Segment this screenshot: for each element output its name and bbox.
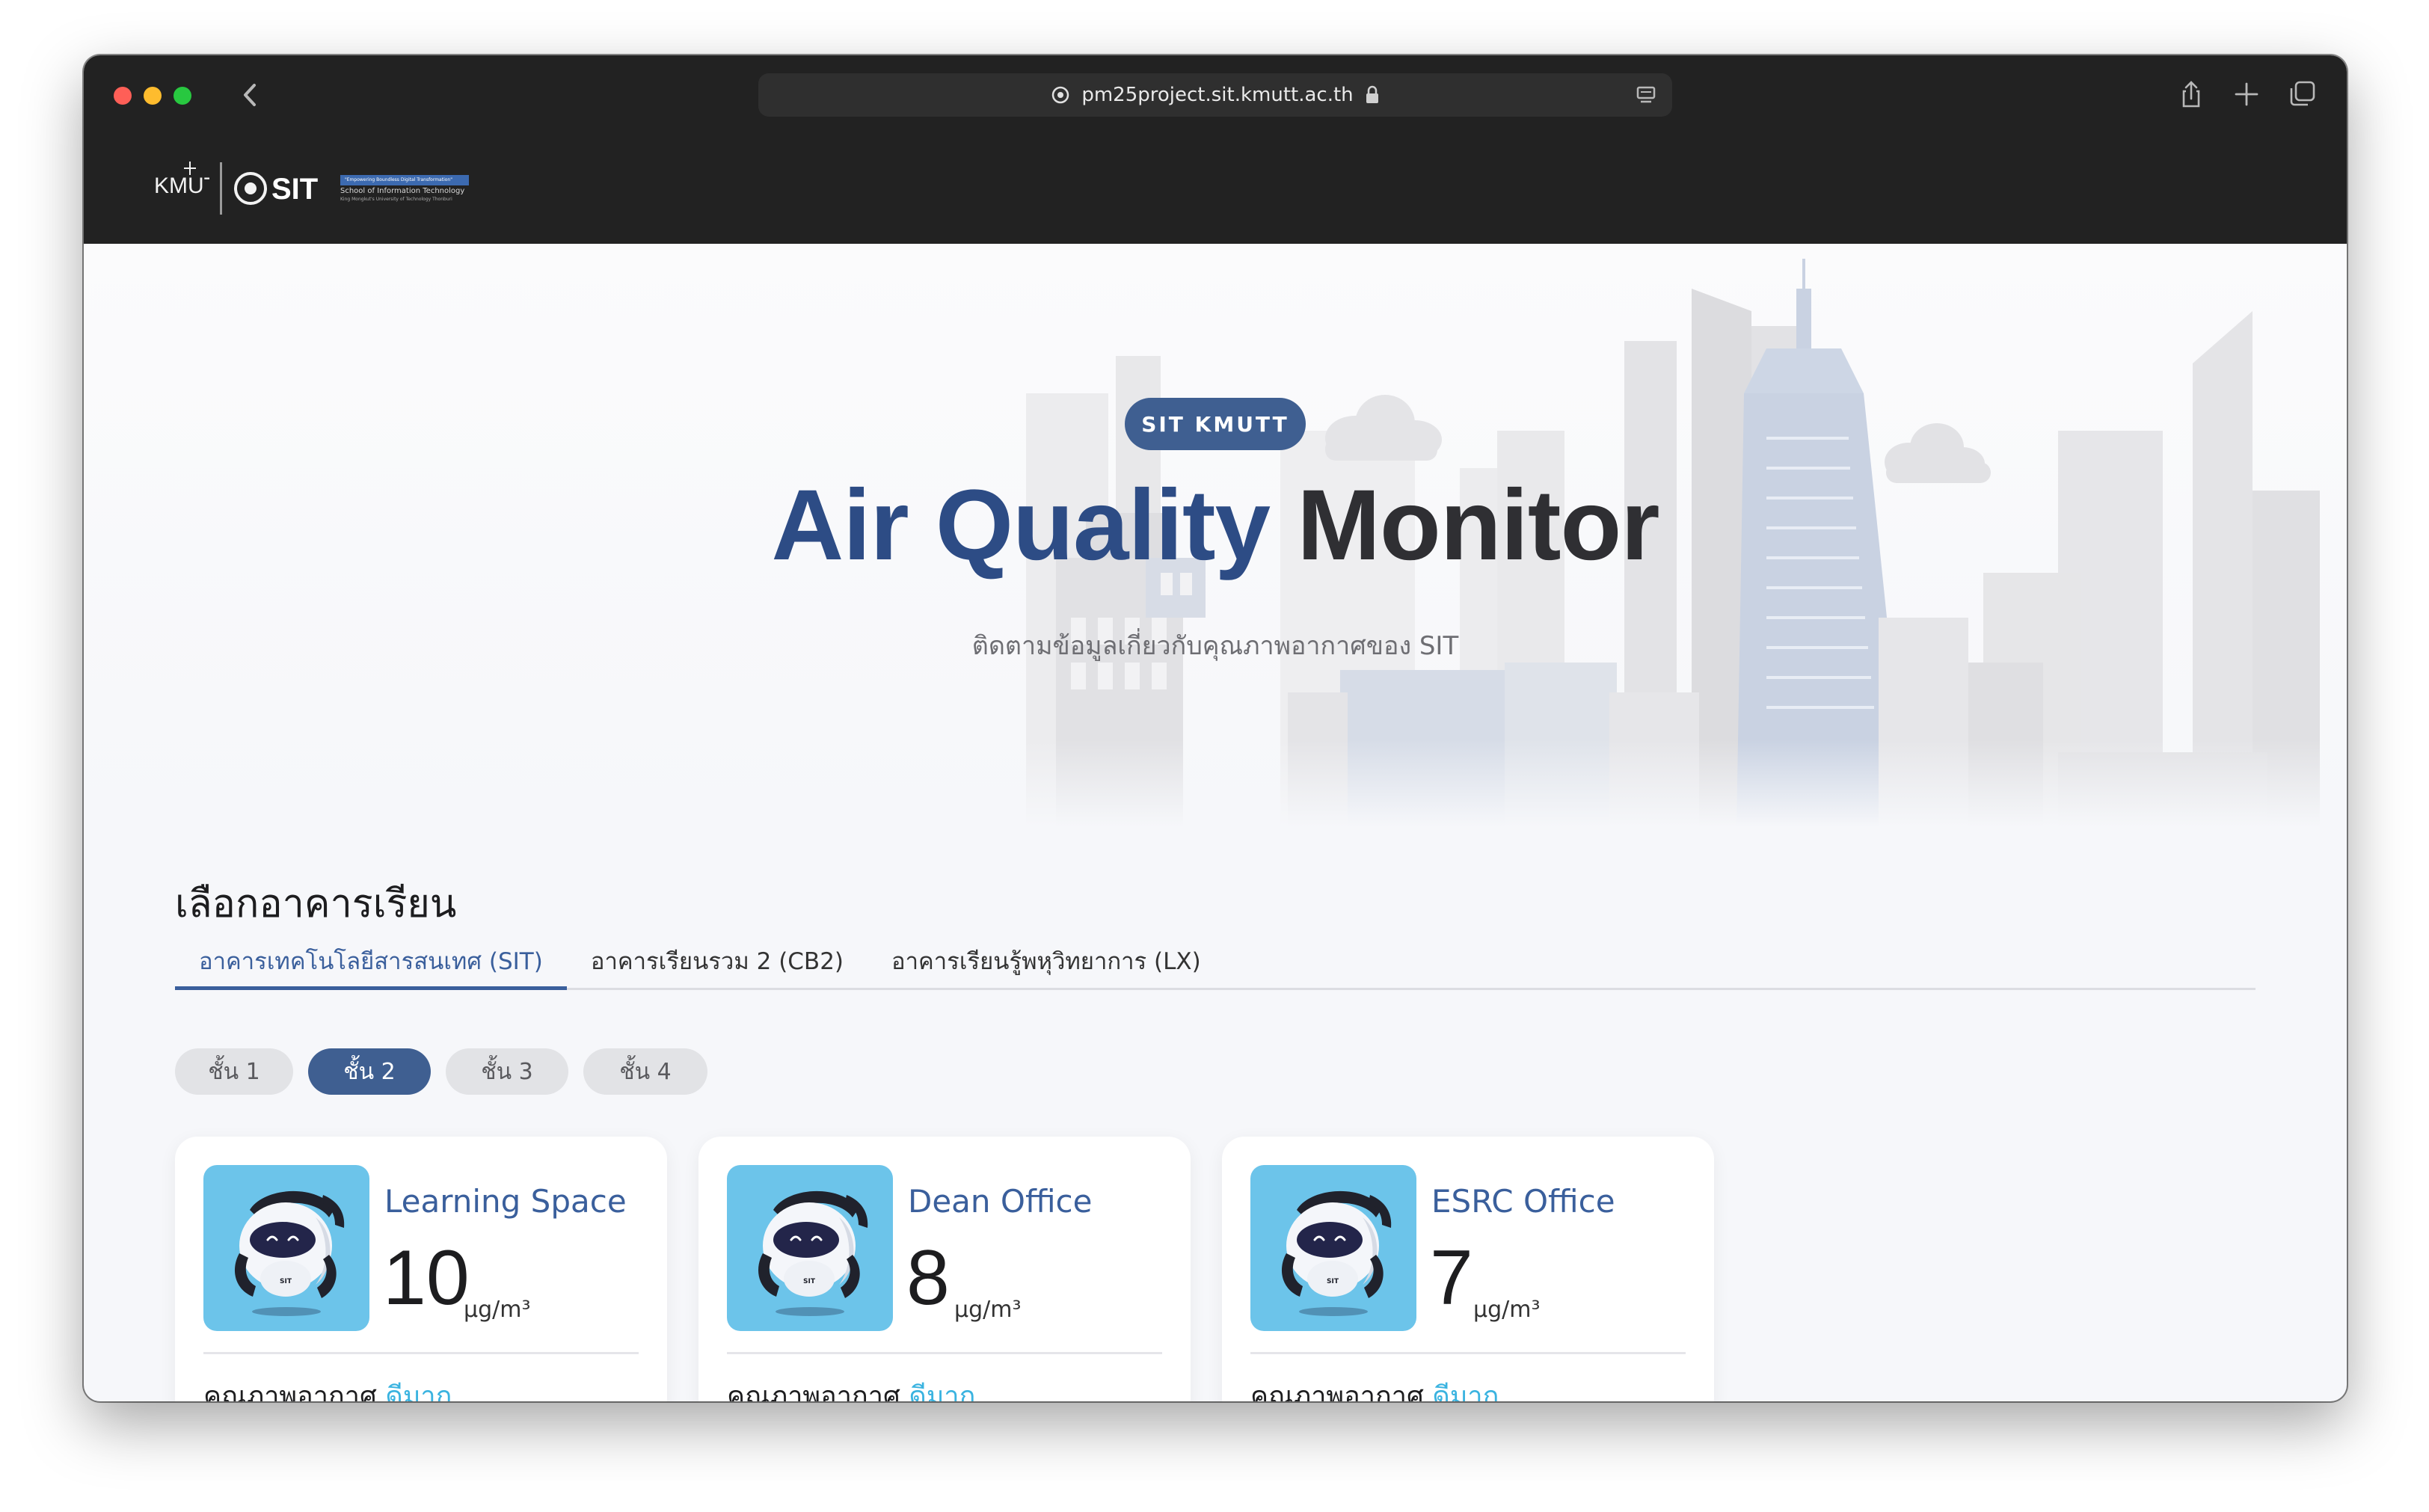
floor-button-2[interactable]: ชั้น 2 <box>308 1048 431 1095</box>
svg-text:KMUTT: KMUTT <box>154 173 209 198</box>
sit-university-name: King Mongkut's University of Technology … <box>340 197 452 202</box>
share-icon[interactable] <box>2175 78 2208 111</box>
close-window-button[interactable] <box>114 87 132 105</box>
svg-text:SIT: SIT <box>271 173 318 206</box>
air-quality-status: ดีมาก <box>909 1381 976 1401</box>
room-cards: SIT Learning Space 10 µg/m³ คุณภาพอากาศ … <box>175 1137 1714 1401</box>
tab-building-sit[interactable]: อาคารเทคโนโลยีสารสนเทศ (SIT) <box>175 942 567 990</box>
header-logos[interactable]: KMUTT SIT "Empowering Boundless Digital … <box>154 159 469 218</box>
section-title: เลือกอาคารเรียน <box>175 882 457 926</box>
hero-badge: SIT KMUTT <box>1125 398 1306 450</box>
air-quality-line: คุณภาพอากาศ ดีมาก <box>1250 1374 1499 1401</box>
sit-logo: SIT <box>234 172 318 206</box>
svg-text:SIT: SIT <box>280 1278 292 1285</box>
address-bar[interactable]: pm25project.sit.kmutt.ac.th <box>758 73 1672 117</box>
room-name: Learning Space <box>384 1183 627 1220</box>
reader-mode-icon[interactable] <box>1635 85 1657 106</box>
tab-overview-icon[interactable] <box>2285 78 2318 111</box>
building-tabs: อาคารเทคโนโลยีสารสนเทศ (SIT) อาคารเรียนร… <box>175 942 2256 990</box>
logo-divider <box>220 162 222 215</box>
svg-text:SIT: SIT <box>803 1278 816 1285</box>
card-divider <box>1250 1352 1686 1354</box>
room-card[interactable]: SIT Learning Space 10 µg/m³ คุณภาพอากาศ … <box>175 1137 667 1401</box>
air-quality-label: คุณภาพอากาศ <box>203 1381 377 1401</box>
room-card[interactable]: SIT Dean Office 8 µg/m³ คุณภาพอากาศ ดีมา… <box>698 1137 1191 1401</box>
mascot-image: SIT <box>203 1165 369 1331</box>
hero-section: SIT KMUTT Air Quality Monitor ติดตามข้อม… <box>84 244 2347 827</box>
page-title-rest: Monitor <box>1297 470 1659 581</box>
pm25-unit: µg/m³ <box>954 1297 1022 1323</box>
floor-button-3[interactable]: ชั้น 3 <box>446 1048 568 1095</box>
pm25-unit: µg/m³ <box>1473 1297 1541 1323</box>
browser-toolbar: pm25project.sit.kmutt.ac.th <box>84 55 2347 133</box>
room-card[interactable]: SIT ESRC Office 7 µg/m³ คุณภาพอากาศ ดีมา… <box>1222 1137 1714 1401</box>
lock-icon <box>1366 85 1378 103</box>
svg-text:SIT: SIT <box>1327 1278 1339 1285</box>
pm25-value: 7 <box>1430 1235 1473 1321</box>
air-quality-line: คุณภาพอากาศ ดีมาก <box>727 1374 975 1401</box>
floor-selector: ชั้น 1 ชั้น 2 ชั้น 3 ชั้น 4 <box>175 1048 707 1095</box>
air-quality-status: ดีมาก <box>385 1381 452 1401</box>
room-name: ESRC Office <box>1431 1183 1615 1220</box>
room-name: Dean Office <box>908 1183 1093 1220</box>
tab-building-lx[interactable]: อาคารเรียนรู้พหุวิทยาการ (LX) <box>868 942 1225 990</box>
page-subtitle: ติดตามข้อมูลเกี่ยวกับคุณภาพอากาศของ SIT <box>971 631 1459 661</box>
new-tab-icon[interactable] <box>2230 78 2263 111</box>
floor-button-4[interactable]: ชั้น 4 <box>583 1048 707 1095</box>
floor-button-1[interactable]: ชั้น 1 <box>175 1048 293 1095</box>
url-text: pm25project.sit.kmutt.ac.th <box>1081 84 1354 106</box>
robot-mascot-icon: SIT <box>1282 1190 1392 1316</box>
air-quality-label: คุณภาพอากาศ <box>727 1381 900 1401</box>
robot-mascot-icon: SIT <box>235 1190 345 1316</box>
minimize-window-button[interactable] <box>144 87 162 105</box>
air-quality-label: คุณภาพอากาศ <box>1250 1381 1424 1401</box>
site-header: KMUTT SIT "Empowering Boundless Digital … <box>84 133 2347 244</box>
pm25-unit: µg/m³ <box>464 1297 531 1323</box>
sit-tagline-block: "Empowering Boundless Digital Transforma… <box>340 175 469 202</box>
robot-mascot-icon: SIT <box>758 1190 868 1316</box>
air-quality-status: ดีมาก <box>1432 1381 1499 1401</box>
sit-school-name: School of Information Technology <box>340 187 465 195</box>
sit-tagline: "Empowering Boundless Digital Transforma… <box>340 175 469 185</box>
pm25-value: 8 <box>906 1235 950 1321</box>
tab-building-cb2[interactable]: อาคารเรียนรวม 2 (CB2) <box>567 942 868 990</box>
page-title: Air Quality Monitor <box>84 468 2347 583</box>
page-title-accent: Air Quality <box>771 470 1271 581</box>
mascot-image: SIT <box>727 1165 893 1331</box>
browser-window: pm25project.sit.kmutt.ac.th KMU SIT "Emp… <box>84 55 2347 1401</box>
site-favicon-icon <box>1052 86 1069 104</box>
kmutt-logo: KMUTT <box>154 162 209 198</box>
mascot-image: SIT <box>1250 1165 1416 1331</box>
zoom-window-button[interactable] <box>174 87 191 105</box>
back-arrow-icon[interactable] <box>232 76 269 114</box>
card-divider <box>727 1352 1162 1354</box>
air-quality-line: คุณภาพอากาศ ดีมาก <box>203 1374 452 1401</box>
pm25-value: 10 <box>383 1235 470 1321</box>
card-divider <box>203 1352 639 1354</box>
